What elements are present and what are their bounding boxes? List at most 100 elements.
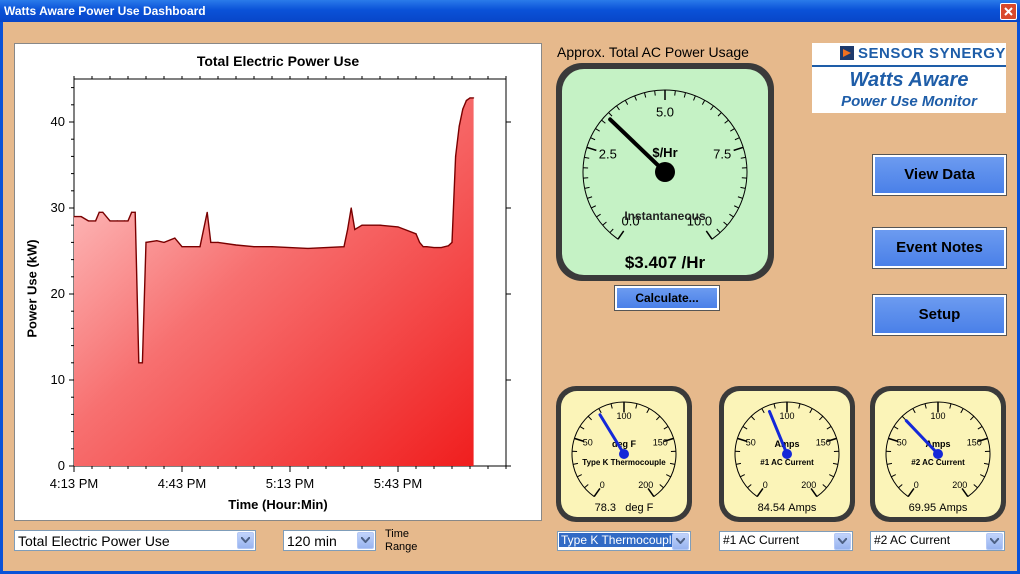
- data-point: [174, 237, 176, 239]
- view-data-button[interactable]: View Data: [872, 154, 1007, 196]
- chevron-down-icon: [361, 537, 370, 543]
- calculate-button-label: Calculate...: [635, 291, 699, 305]
- ac-current-1-gauge-reading: 84.54 Amps: [724, 502, 850, 514]
- data-point: [109, 220, 111, 222]
- gauge-minor-tick: [730, 128, 735, 132]
- data-point: [95, 220, 97, 222]
- ac-current-1-gauge: 0 50 100 150 200 Amps #1 AC Current 84.54 Amps: [719, 386, 855, 522]
- gauge-minor-tick: [742, 426, 748, 430]
- close-button[interactable]: [1000, 3, 1017, 20]
- main-gauge-face: 0.0 2.5 5.0 7.5 10.0 $/Hr Instantaneous $3.40…: [562, 69, 768, 275]
- chart-title: Total Electric Power Use: [196, 53, 360, 69]
- ac-current-1-reading-value: 84.54: [757, 502, 786, 514]
- gauge-minor-tick: [624, 100, 629, 105]
- logo-tagline: Power Use Monitor: [841, 93, 977, 110]
- data-point: [415, 233, 417, 235]
- gauge-minor-tick: [572, 462, 579, 465]
- y-tick-label: 40: [50, 114, 65, 129]
- data-point: [145, 241, 147, 243]
- gauge-tick-label: 150: [816, 438, 831, 448]
- thermocouple-select[interactable]: Type K Thermocouple: [557, 531, 691, 551]
- gauge-tick-label: 100: [779, 411, 794, 421]
- gauge-unit-label: $/Hr: [652, 145, 677, 160]
- chevron-down-icon: [676, 538, 685, 544]
- gauge-minor-tick: [590, 137, 596, 141]
- gauge-major-tick: [586, 146, 597, 152]
- ac-current-2-gauge-dial: 050100150200Amps#2 AC Current: [885, 401, 991, 498]
- data-point: [134, 211, 136, 213]
- gauge-minor-tick: [587, 196, 593, 199]
- data-point: [102, 211, 104, 213]
- gauge-minor-tick: [717, 112, 722, 117]
- data-point: [156, 240, 158, 242]
- gauge-minor-tick: [584, 186, 590, 189]
- thermocouple-select-value: Type K Thermocouple: [559, 533, 681, 547]
- gauge-minor-tick: [577, 474, 582, 478]
- chart-variable-select[interactable]: Total Electric Power Use: [14, 530, 256, 551]
- ac-current-2-select[interactable]: #2 AC Current: [870, 531, 1005, 551]
- ac-current-2-select-value: #2 AC Current: [874, 533, 951, 547]
- gauge-minor-tick: [893, 426, 899, 430]
- data-point: [426, 246, 428, 248]
- data-point: [163, 241, 165, 243]
- gauge-minor-tick: [634, 95, 637, 101]
- data-point: [397, 226, 399, 228]
- gauge-unit-label: Amps: [774, 439, 799, 449]
- event-notes-button[interactable]: Event Notes: [872, 227, 1007, 269]
- data-point: [462, 108, 464, 110]
- data-point: [131, 211, 133, 213]
- data-point: [343, 246, 345, 248]
- time-range-select[interactable]: 120 min: [283, 530, 376, 551]
- data-point: [138, 362, 140, 364]
- gauge-tick-label: 0: [763, 480, 768, 490]
- data-point: [289, 246, 291, 249]
- gauge-tick-label: 150: [967, 438, 982, 448]
- time-range-dropdown-button[interactable]: [357, 532, 374, 549]
- gauge-minor-tick: [809, 408, 813, 414]
- data-point: [433, 246, 435, 249]
- data-point: [210, 241, 212, 243]
- gauge-minor-tick: [761, 408, 765, 414]
- time-range-label-2: Range: [385, 541, 418, 553]
- gauge-minor-tick: [663, 426, 669, 430]
- gauge-tick-label: 0: [600, 480, 605, 490]
- data-point: [422, 246, 424, 248]
- data-point: [361, 224, 363, 226]
- x-tick-label: 4:13 PM: [49, 476, 99, 491]
- data-point: [458, 125, 460, 127]
- ac-current-1-select[interactable]: #1 AC Current: [719, 531, 853, 551]
- ac-current-2-gauge: 0 50 100 150 200 Amps #2 AC Current 69.95 Amps: [870, 386, 1006, 522]
- gauge-tick-label: 50: [746, 438, 756, 448]
- gauge-minor-tick: [598, 408, 602, 414]
- thermocouple-dropdown-button[interactable]: [672, 533, 689, 550]
- gauge-hub: [933, 449, 943, 459]
- gauge-minor-tick: [747, 484, 752, 489]
- data-point: [141, 362, 143, 364]
- x-tick-label: 5:43 PM: [373, 476, 423, 491]
- gauge-minor-tick: [654, 90, 656, 96]
- gauge-minor-tick: [901, 415, 907, 421]
- area-series: [74, 97, 474, 467]
- setup-button[interactable]: Setup: [872, 294, 1007, 336]
- ac-current-1-dropdown-button[interactable]: [834, 533, 851, 550]
- gauge-hub: [619, 449, 629, 459]
- x-tick-label: 4:43 PM: [157, 476, 207, 491]
- thermocouple-gauge: 0 50 100 150 200 deg F Type K Thermocouple 78.…: [556, 386, 692, 522]
- ac-current-2-reading-unit: Amps: [939, 502, 968, 514]
- gauge-minor-tick: [674, 90, 676, 96]
- sensor-synergy-logo: SENSOR SYNERGY Watts Aware Power Use Mon…: [812, 43, 1006, 113]
- thermocouple-gauge-face: 0 50 100 150 200 deg F Type K Thermocouple 78.…: [561, 391, 687, 517]
- gauge-minor-tick: [646, 408, 650, 414]
- gauge-tick-label: 200: [801, 480, 816, 490]
- event-notes-label: Event Notes: [896, 239, 983, 256]
- gauge-minor-tick: [579, 426, 585, 430]
- x-tick-label: 5:13 PM: [265, 476, 315, 491]
- y-tick-label: 10: [50, 372, 65, 387]
- ac-current-2-dropdown-button[interactable]: [986, 533, 1003, 550]
- ac-current-2-gauge-reading: 69.95 Amps: [875, 502, 1001, 514]
- gauge-minor-tick: [829, 474, 834, 478]
- calculate-button[interactable]: Calculate...: [614, 285, 720, 311]
- gauge-minor-tick: [584, 156, 590, 159]
- gauge-minor-tick: [733, 205, 739, 209]
- chart-variable-dropdown-button[interactable]: [237, 532, 254, 549]
